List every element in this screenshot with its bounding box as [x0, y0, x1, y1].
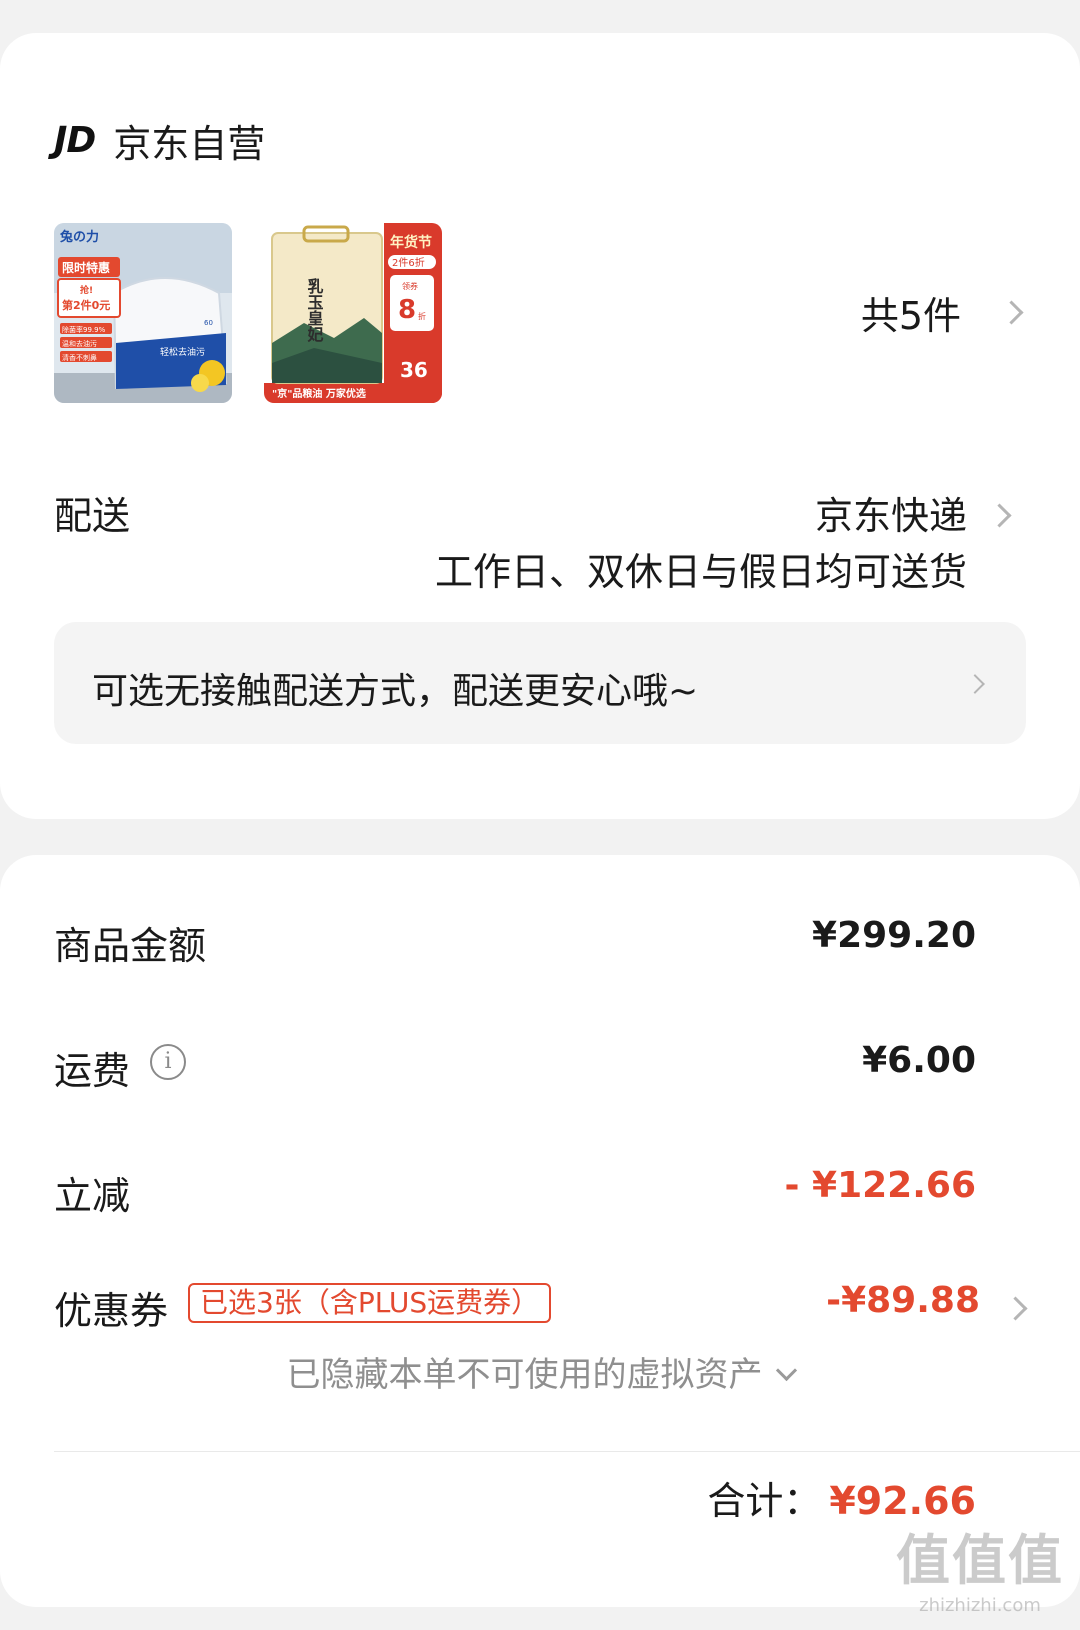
svg-text:8: 8 [398, 295, 416, 325]
watermark-site: zhizhizhi.com [919, 1595, 1041, 1616]
shipping-fee-label: 运费 [54, 1049, 131, 1093]
svg-text:36: 36 [400, 358, 428, 382]
coupon-value: -¥89.88 [826, 1280, 980, 1321]
goods-amount-label: 商品金额 [54, 924, 207, 968]
delivery-chevron-right-icon[interactable] [987, 503, 1012, 528]
svg-text:温和去油污: 温和去油污 [62, 339, 97, 348]
instant-discount-label: 立减 [54, 1174, 131, 1218]
svg-text:领券: 领券 [402, 281, 418, 291]
goods-amount-row: 商品金额 ¥299.20 [54, 915, 976, 975]
shipping-fee-row: 运费 i ¥6.00 [54, 1040, 976, 1100]
contactless-delivery-banner[interactable]: 可选无接触配送方式，配送更安心哦~ [54, 622, 1026, 744]
coupon-chevron-right-icon [1003, 1296, 1028, 1321]
hidden-assets-toggle[interactable]: 已隐藏本单不可使用的虚拟资产 [0, 1347, 1080, 1396]
item-count-row[interactable]: 共5件 [860, 285, 1024, 340]
svg-text:60: 60 [204, 319, 213, 327]
price-summary-card: 商品金额 ¥299.20 运费 i ¥6.00 立减 - ¥122.66 优惠券… [0, 855, 1080, 1607]
watermark-logo: 值值值 [896, 1529, 1064, 1592]
chevron-down-icon [775, 1359, 797, 1382]
svg-text:兔の力: 兔の力 [59, 229, 99, 245]
svg-text:乳玉皇妃: 乳玉皇妃 [305, 277, 325, 343]
instant-discount-row: 立减 - ¥122.66 [54, 1165, 976, 1225]
svg-text:清香不刺鼻: 清香不刺鼻 [62, 353, 97, 362]
shipping-fee-value: ¥6.00 [862, 1040, 976, 1081]
svg-text:轻松去油污: 轻松去油污 [160, 346, 205, 358]
svg-text:第2件0元: 第2件0元 [62, 298, 110, 312]
delivery-schedule: 工作日、双休日与假日均可送货 [434, 550, 967, 594]
instant-discount-value: - ¥122.66 [784, 1165, 976, 1206]
svg-text:抢!: 抢! [80, 284, 93, 296]
item-count: 共5件 [860, 294, 961, 338]
divider [54, 1451, 1080, 1452]
info-icon[interactable]: i [150, 1044, 186, 1080]
total-label: 合计： [707, 1479, 822, 1523]
svg-text:除菌率99.9%: 除菌率99.9% [62, 325, 106, 334]
goods-amount-value: ¥299.20 [812, 915, 976, 956]
shop-name: 京东自营 [113, 122, 266, 166]
svg-text:折: 折 [418, 311, 426, 321]
svg-text:"京"品粮油 万家优选: "京"品粮油 万家优选 [272, 387, 366, 400]
svg-text:限时特惠: 限时特惠 [62, 260, 110, 275]
watermark: 值值值 zhizhizhi.com [896, 1516, 1064, 1616]
contactless-delivery-text: 可选无接触配送方式，配送更安心哦~ [92, 671, 699, 712]
jd-logo: JD [54, 120, 96, 161]
coupon-selected-badge: 已选3张（含PLUS运费券） [188, 1283, 552, 1323]
rice-image: 乳玉皇妃 年货节 2件6折 领券 8 折 36 "京"品粮油 万家优选 [264, 223, 442, 403]
chevron-right-icon [999, 300, 1024, 325]
contactless-chevron-right-icon [965, 674, 985, 695]
hidden-assets-text: 已隐藏本单不可使用的虚拟资产 [286, 1355, 763, 1395]
shop-card: JD 京东自营 兔の力 限时特惠 抢! 第2件0元 除菌率99.9% 温和去油污… [0, 33, 1080, 819]
delivery-label: 配送 [54, 494, 131, 538]
delivery-method[interactable]: 京东快递 [815, 485, 967, 540]
svg-text:2件6折: 2件6折 [392, 256, 425, 269]
product-thumbnail-rice[interactable]: 乳玉皇妃 年货节 2件6折 领券 8 折 36 "京"品粮油 万家优选 [264, 223, 442, 403]
coupon-label: 优惠券 [54, 1289, 169, 1333]
coupon-row[interactable]: 优惠券 已选3张（含PLUS运费券） -¥89.88 [54, 1280, 1028, 1340]
shop-header[interactable]: JD 京东自营 [54, 113, 265, 168]
svg-text:年货节: 年货节 [390, 234, 432, 251]
wipes-image: 兔の力 限时特惠 抢! 第2件0元 除菌率99.9% 温和去油污 清香不刺鼻 轻… [54, 223, 232, 403]
product-thumbnail-wipes[interactable]: 兔の力 限时特惠 抢! 第2件0元 除菌率99.9% 温和去油污 清香不刺鼻 轻… [54, 223, 232, 403]
